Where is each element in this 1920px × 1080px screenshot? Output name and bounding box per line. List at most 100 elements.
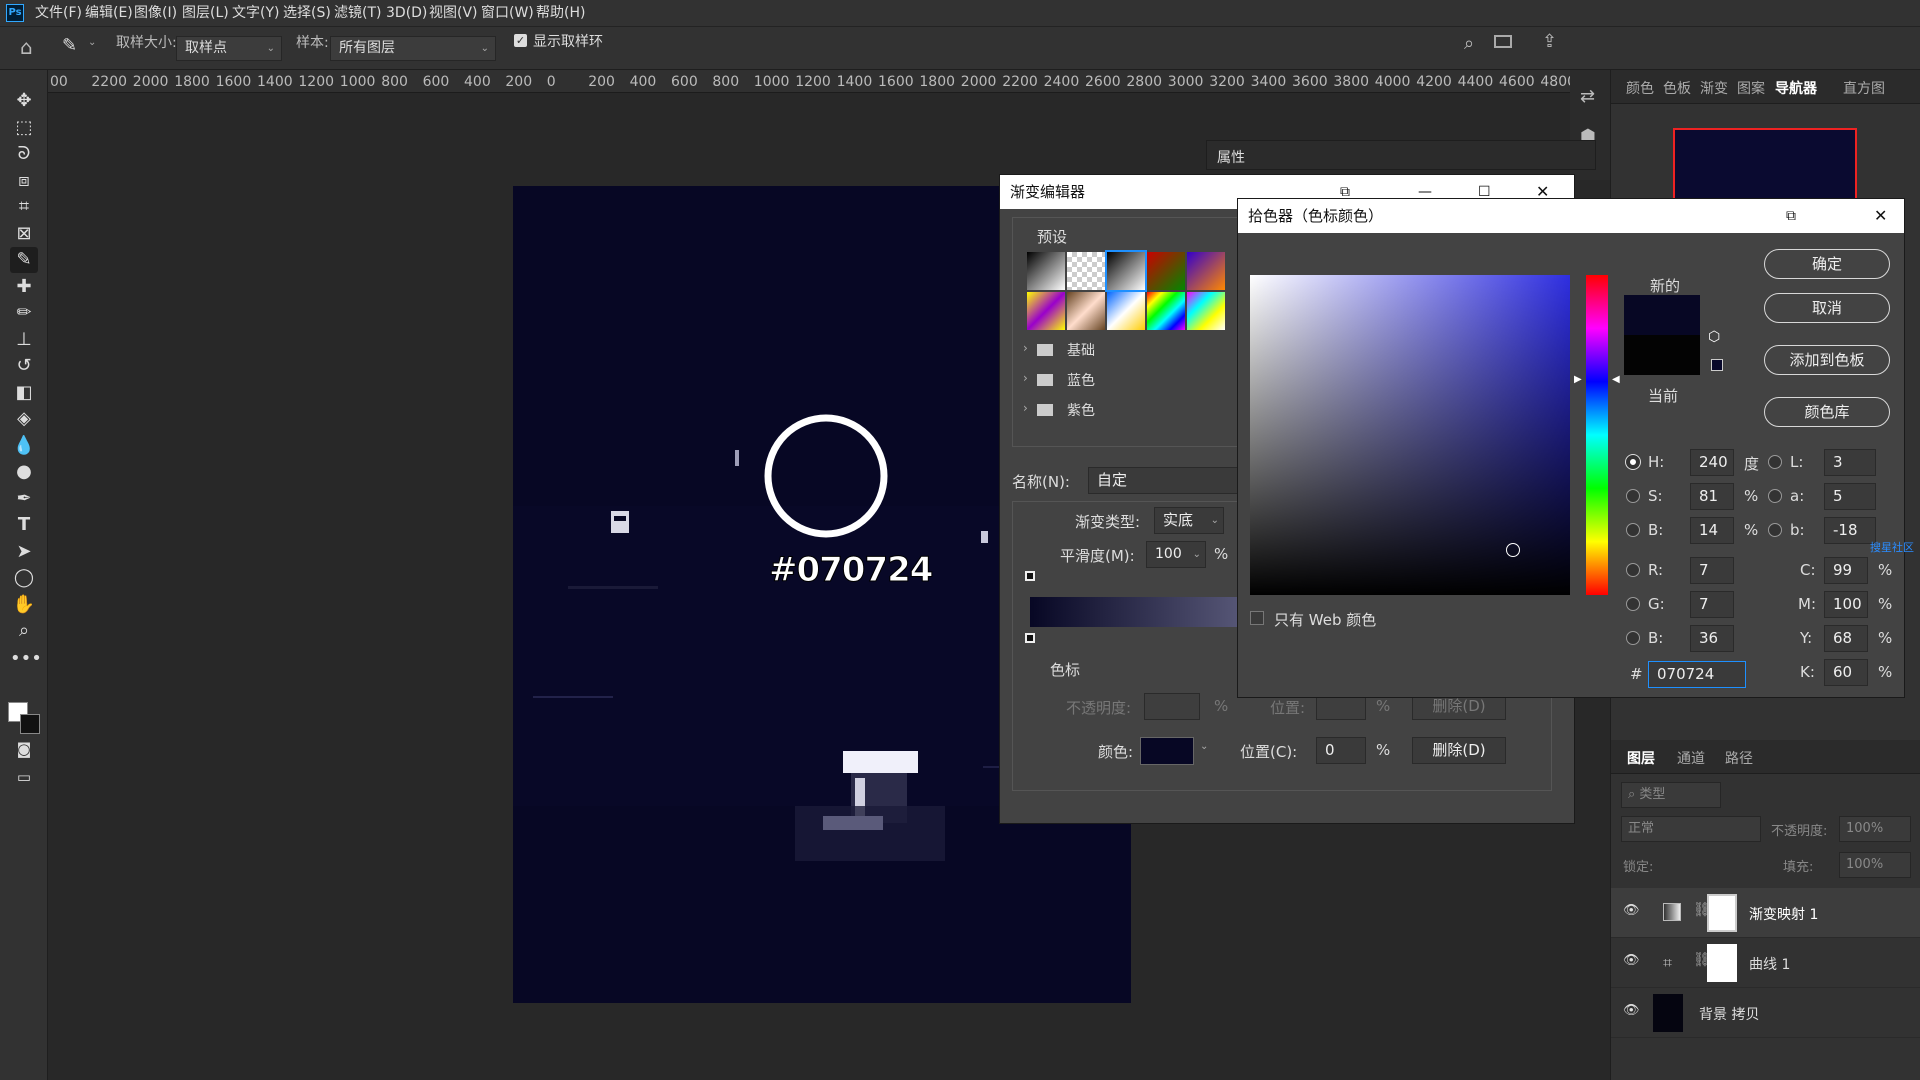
menu-filter[interactable]: 滤镜(T) [334, 0, 381, 27]
layer-mask-thumbnail[interactable] [1707, 894, 1737, 932]
current-color-swatch[interactable] [1624, 335, 1700, 375]
preset-swatch[interactable] [1067, 252, 1105, 290]
cancel-button[interactable]: 取消 [1764, 293, 1890, 323]
preset-swatch[interactable] [1027, 292, 1065, 330]
add-to-swatches-button[interactable]: 添加到色板 [1764, 345, 1890, 375]
black-input[interactable]: 60 [1824, 659, 1868, 686]
menu-edit[interactable]: 编辑(E) [85, 0, 133, 27]
home-icon[interactable]: ⌂ [20, 35, 33, 59]
menu-type[interactable]: 文字(Y) [232, 0, 279, 27]
navigator-preview[interactable] [1673, 128, 1857, 208]
move-tool-icon[interactable]: ✥ [10, 88, 38, 114]
lab-b-radio[interactable] [1768, 523, 1782, 537]
web-only-checkbox[interactable] [1250, 611, 1264, 625]
smoothness-input[interactable]: 100 ⌄ [1146, 541, 1206, 568]
delete-color-stop-button[interactable]: 删除(D) [1412, 737, 1506, 764]
hue-slider-handle-left[interactable]: ▶ [1574, 374, 1582, 385]
layer-row[interactable]: 👁 ⛓ 渐变映射 1 [1611, 888, 1920, 938]
preset-swatch[interactable] [1187, 252, 1225, 290]
lab-l-radio[interactable] [1768, 455, 1782, 469]
eye-icon[interactable]: 👁 [1623, 903, 1640, 918]
menu-window[interactable]: 窗口(W) [481, 0, 534, 27]
preset-swatch[interactable] [1147, 292, 1185, 330]
sample-select[interactable]: 所有图层 ⌄ [330, 36, 496, 61]
cyan-input[interactable]: 99 [1824, 557, 1868, 584]
tab-layers[interactable]: 图层 [1627, 748, 1655, 768]
brightness-input[interactable]: 14 [1690, 517, 1734, 544]
stop-color-swatch[interactable] [1140, 737, 1194, 765]
web-safe-warning-icon[interactable] [1711, 359, 1723, 371]
share-icon[interactable]: ⇪ [1542, 31, 1557, 52]
layer-row[interactable]: 👁 ⌗ ⛓ 曲线 1 [1611, 938, 1920, 988]
chevron-down-icon[interactable]: ⌄ [88, 37, 96, 48]
hand-tool-icon[interactable]: ✋ [10, 592, 38, 618]
brightness-radio[interactable] [1626, 523, 1640, 537]
hex-input[interactable]: 070724 [1648, 661, 1746, 688]
adjust-panel-icon[interactable]: ⇄ [1580, 86, 1595, 107]
fill-field[interactable]: 100% [1839, 852, 1911, 878]
lab-a-input[interactable]: 5 [1824, 483, 1876, 510]
path-select-icon[interactable]: ➤ [10, 539, 38, 565]
hue-slider[interactable] [1586, 275, 1608, 595]
magenta-input[interactable]: 100 [1824, 591, 1868, 618]
layer-thumbnail[interactable] [1653, 994, 1683, 1032]
ellipse-tool-icon[interactable]: ◯ [10, 565, 38, 591]
color-libraries-button[interactable]: 颜色库 [1764, 397, 1890, 427]
green-radio[interactable] [1626, 597, 1640, 611]
restore-icon[interactable]: ⧉ [1786, 199, 1796, 233]
brush-tool-icon[interactable]: ✏ [10, 300, 38, 326]
lasso-tool-icon[interactable]: ᘐ [10, 141, 38, 167]
eye-icon[interactable]: 👁 [1623, 953, 1640, 968]
zoom-tool-icon[interactable]: ⌕ [10, 618, 38, 644]
red-input[interactable]: 7 [1690, 557, 1734, 584]
eyedropper-tool-icon[interactable]: ✎ [62, 35, 77, 56]
quick-mask-icon[interactable]: ◙ [10, 736, 38, 762]
preset-swatch[interactable] [1147, 252, 1185, 290]
hue-slider-handle-right[interactable]: ◀ [1612, 374, 1620, 385]
blend-mode-select[interactable]: 正常 [1621, 816, 1761, 842]
gradient-bar[interactable] [1030, 597, 1250, 627]
tab-color[interactable]: 颜色 [1626, 78, 1654, 98]
blur-tool-icon[interactable]: 💧 [10, 433, 38, 459]
eyedropper-tool-icon[interactable]: ✎ [10, 247, 38, 273]
ok-button[interactable]: 确定 [1764, 249, 1890, 279]
show-ring-checkbox[interactable]: ✓ [514, 34, 527, 47]
menu-select[interactable]: 选择(S) [283, 0, 331, 27]
dodge-tool-icon[interactable]: ● [10, 459, 38, 485]
preset-swatch[interactable] [1027, 252, 1065, 290]
saturation-brightness-field[interactable] [1250, 275, 1570, 595]
menu-image[interactable]: 图像(I) [134, 0, 177, 27]
menu-layer[interactable]: 图层(L) [182, 0, 229, 27]
chevron-down-icon[interactable]: ⌄ [1200, 741, 1208, 752]
name-input[interactable]: 自定 [1088, 467, 1248, 494]
hue-input[interactable]: 240 [1690, 449, 1734, 476]
layer-name[interactable]: 渐变映射 1 [1749, 904, 1818, 924]
sample-size-select[interactable]: 取样点 ⌄ [176, 36, 282, 61]
hue-radio[interactable] [1626, 455, 1640, 469]
tab-swatches[interactable]: 色板 [1663, 78, 1691, 98]
saturation-radio[interactable] [1626, 489, 1640, 503]
lab-l-input[interactable]: 3 [1824, 449, 1876, 476]
green-input[interactable]: 7 [1690, 591, 1734, 618]
out-of-gamut-warning-icon[interactable]: ⬡ [1708, 329, 1720, 345]
preset-swatch-selected[interactable] [1105, 250, 1147, 292]
lab-a-radio[interactable] [1768, 489, 1782, 503]
crop-tool-icon[interactable]: ⌗ [10, 194, 38, 220]
object-select-tool-icon[interactable]: ⧈ [10, 168, 38, 194]
pen-tool-icon[interactable]: ✒ [10, 486, 38, 512]
healing-brush-icon[interactable]: ✚ [10, 274, 38, 300]
more-tools-icon[interactable]: ••• [10, 646, 42, 672]
layer-row[interactable]: 👁 背景 拷贝 [1611, 988, 1920, 1038]
yellow-input[interactable]: 68 [1824, 625, 1868, 652]
preset-swatch[interactable] [1107, 292, 1145, 330]
lab-b-input[interactable]: -18 [1824, 517, 1876, 544]
preset-folder[interactable]: › 紫色 [1023, 396, 1223, 426]
frame-tool-icon[interactable]: ⊠ [10, 221, 38, 247]
stop-position-c-input[interactable]: 0 [1316, 737, 1366, 764]
color-stop[interactable] [1025, 633, 1035, 643]
saturation-input[interactable]: 81 [1690, 483, 1734, 510]
eraser-tool-icon[interactable]: ◧ [10, 380, 38, 406]
menu-3d[interactable]: 3D(D) [386, 0, 427, 27]
search-icon[interactable]: ⌕ [1464, 33, 1474, 54]
history-brush-icon[interactable]: ↺ [10, 353, 38, 379]
